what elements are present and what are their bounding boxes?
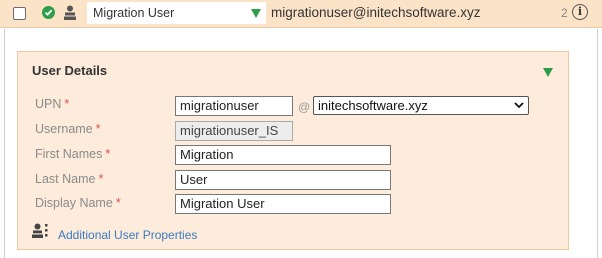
upn-label: UPN *	[35, 97, 70, 111]
at-sign: @	[298, 100, 311, 114]
user-icon	[64, 5, 76, 20]
user-name-dropdown[interactable]: Migration User	[87, 2, 266, 24]
last-name-input[interactable]: User	[175, 170, 391, 190]
chevron-down-icon[interactable]	[251, 9, 261, 18]
additional-properties-link[interactable]: Additional User Properties	[58, 228, 197, 242]
upn-input[interactable]: migrationuser	[175, 96, 293, 116]
check-circle-icon	[42, 6, 55, 19]
user-properties-icon	[32, 223, 48, 238]
section-title: User Details	[32, 63, 108, 78]
first-names-label: First Names *	[35, 147, 111, 161]
user-email: migrationuser@initechsoftware.xyz	[271, 5, 481, 20]
chevron-down-icon	[514, 102, 524, 109]
collapse-triangle-icon[interactable]	[543, 68, 553, 77]
username-field: migrationuser_IS	[175, 121, 293, 141]
domain-select[interactable]: initechsoftware.xyz	[313, 96, 529, 115]
select-checkbox[interactable]	[13, 7, 26, 20]
first-names-input[interactable]: Migration	[175, 145, 391, 165]
user-details-card: User Details UPN * migrationuser @ initec…	[17, 51, 569, 250]
display-name-label: Display Name *	[35, 196, 121, 210]
domain-value: initechsoftware.xyz	[318, 98, 428, 113]
user-name-value: Migration User	[93, 6, 175, 20]
user-header-bar: Migration User migrationuser@initechsoft…	[0, 0, 602, 28]
last-name-label: Last Name *	[35, 172, 104, 186]
info-icon[interactable]: i	[572, 4, 588, 20]
username-label: Username *	[35, 122, 101, 136]
display-name-input[interactable]: Migration User	[175, 194, 391, 214]
item-count: 2	[561, 6, 568, 20]
